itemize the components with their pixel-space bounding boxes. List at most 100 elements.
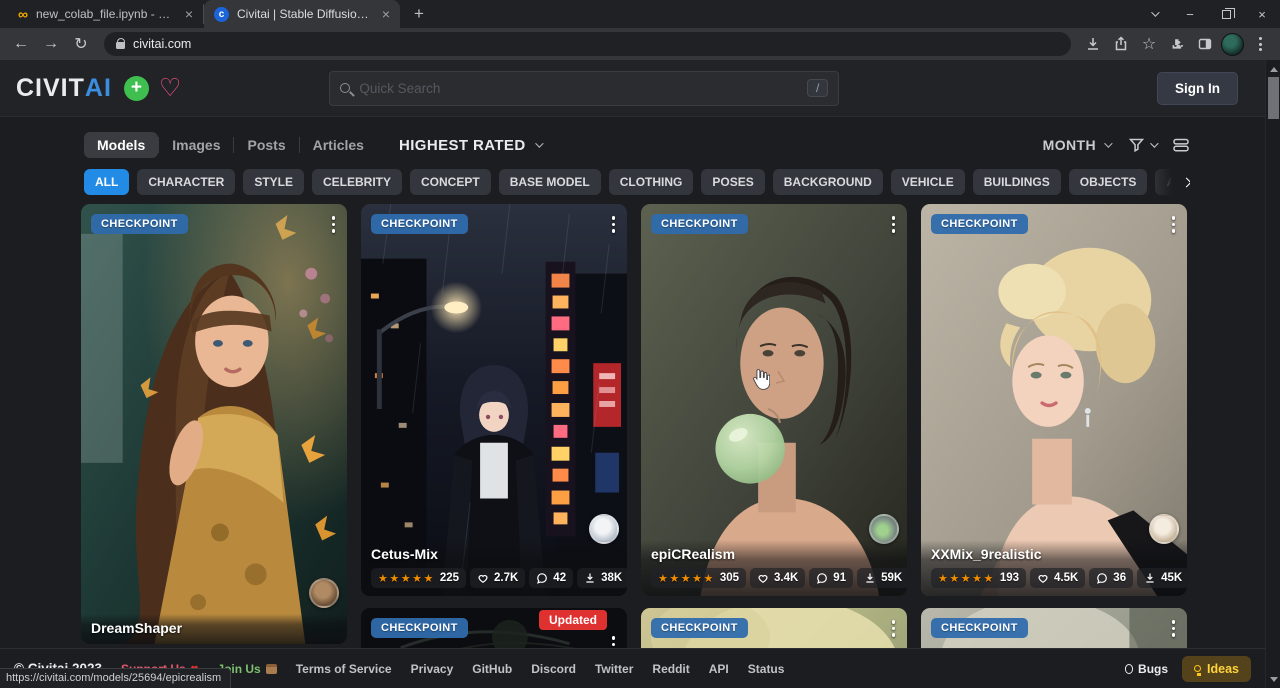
likes-stat: 2.7K [470,568,525,588]
download-icon[interactable] [1081,32,1105,56]
likes-stat: 3.4K [750,568,805,588]
url-text: civitai.com [133,37,191,51]
bugs-button[interactable]: Bugs [1125,662,1168,676]
download-icon [1144,572,1156,584]
category-pill-concept[interactable]: CONCEPT [410,169,491,195]
footer-link-api[interactable]: API [709,662,729,676]
window-restore-button[interactable] [1208,0,1244,28]
scrollbar-up-arrow[interactable] [1266,62,1280,76]
quick-search-bar[interactable]: / [329,71,839,106]
card-menu-icon[interactable] [1170,618,1178,639]
card-info-overlay: epiCRealism ★★★★★305 3.4K 91 59K [641,540,907,596]
download-icon [864,572,876,584]
ideas-button[interactable]: Ideas [1182,656,1251,682]
scrollbar-thumb[interactable] [1268,77,1279,119]
tab-posts[interactable]: Posts [234,132,298,158]
model-type-badge: CHECKPOINT [651,214,748,234]
close-tab-icon[interactable]: × [382,7,390,21]
tab-articles[interactable]: Articles [300,132,377,158]
layout-toggle-button[interactable] [1172,137,1190,153]
chevron-down-icon [1150,139,1158,147]
address-bar[interactable]: civitai.com [104,32,1071,56]
category-pill-buildings[interactable]: BUILDINGS [973,169,1061,195]
footer-link-twitter[interactable]: Twitter [595,662,633,676]
upload-plus-button[interactable]: + [124,76,149,101]
card-info-overlay: DreamShaper [81,614,347,644]
colab-favicon-icon: ∞ [18,7,28,21]
card-artwork [641,204,907,596]
creator-avatar[interactable] [309,578,339,608]
sort-label: HIGHEST RATED [399,137,526,154]
share-icon[interactable] [1109,32,1133,56]
comments-stat: 91 [809,568,853,588]
rating-stat: ★★★★★193 [931,568,1026,588]
browser-tab-colab[interactable]: ∞ new_colab_file.ipynb - Colaborat × [8,4,204,24]
model-card-epicrealism[interactable]: CHECKPOINT epiCRealism ★★★★★305 3.4K 91 [640,203,908,597]
category-pill-objects[interactable]: OBJECTS [1069,169,1148,195]
tab-title: new_colab_file.ipynb - Colaborat [36,7,177,21]
window-minimize-button[interactable]: − [1172,0,1208,28]
support-heart-icon[interactable]: ♡ [159,76,181,101]
download-icon [584,572,596,584]
category-pill-style[interactable]: STYLE [243,169,304,195]
close-tab-icon[interactable]: × [185,7,193,21]
category-pill-background[interactable]: BACKGROUND [773,169,883,195]
browser-menu-icon[interactable] [1248,32,1272,56]
heart-icon [477,572,489,584]
footer-link-reddit[interactable]: Reddit [652,662,689,676]
category-pill-all[interactable]: ALL [84,169,129,195]
card-menu-icon[interactable] [890,214,898,235]
bookmark-star-icon[interactable]: ☆ [1137,32,1161,56]
updated-badge: Updated [539,610,607,630]
page-scrollbar[interactable] [1265,60,1280,688]
forward-button[interactable]: → [38,31,64,57]
civitai-logo[interactable]: CIVITAI [16,74,112,103]
footer-link-terms[interactable]: Terms of Service [296,662,392,676]
new-tab-button[interactable]: + [406,1,432,27]
category-pill-celebrity[interactable]: CELEBRITY [312,169,402,195]
browser-tab-civitai[interactable]: c Civitai | Stable Diffusion models, × [204,0,400,28]
footer-link-privacy[interactable]: Privacy [411,662,454,676]
filter-dropdown[interactable] [1128,137,1156,153]
sort-dropdown[interactable]: HIGHEST RATED [399,137,541,154]
category-pill-base-model[interactable]: BASE MODEL [499,169,601,195]
scrollbar-down-arrow[interactable] [1266,672,1280,686]
category-pill-vehicle[interactable]: VEHICLE [891,169,965,195]
model-title: DreamShaper [91,620,337,636]
sign-in-button[interactable]: Sign In [1157,72,1238,105]
card-info-overlay: Cetus-Mix ★★★★★225 2.7K 42 38K [361,540,627,596]
model-card-dreamshaper[interactable]: CHECKPOINT DreamShaper [80,203,348,645]
search-input[interactable] [359,81,798,96]
site-header: CIVITAI + ♡ / Sign In [0,60,1280,117]
category-pill-clothing[interactable]: CLOTHING [609,169,694,195]
card-menu-icon[interactable] [330,214,338,235]
downloads-stat: 59K [857,568,908,588]
card-menu-icon[interactable] [890,618,898,639]
model-card-cetus-mix[interactable]: CHECKPOINT Cetus-Mix ★★★★★225 2.7K 42 [360,203,628,597]
civitai-favicon-icon: c [214,7,229,22]
model-card-xxmix-9realistic[interactable]: CHECKPOINT XXMix_9realistic ★★★★★193 4.5… [920,203,1188,597]
browser-tab-bar: ∞ new_colab_file.ipynb - Colaborat × c C… [0,0,1280,28]
footer-link-status[interactable]: Status [748,662,785,676]
period-dropdown[interactable]: MONTH [1043,137,1110,153]
chevron-down-icon [1104,139,1112,147]
category-pill-character[interactable]: CHARACTER [137,169,235,195]
star-icons: ★★★★★ [938,572,995,585]
tab-images[interactable]: Images [159,132,233,158]
heart-icon [757,572,769,584]
card-menu-icon[interactable] [1170,214,1178,235]
back-button[interactable]: ← [8,31,34,57]
extensions-puzzle-icon[interactable] [1165,32,1189,56]
browser-profile-avatar[interactable] [1221,33,1244,56]
tab-search-chevron-icon[interactable] [1136,0,1172,28]
side-panel-icon[interactable] [1193,32,1217,56]
tab-models[interactable]: Models [84,132,158,158]
window-close-button[interactable]: × [1244,0,1280,28]
reload-button[interactable]: ↻ [68,31,94,57]
model-title: epiCRealism [651,546,897,562]
category-pill-poses[interactable]: POSES [701,169,764,195]
scroll-categories-right-button[interactable] [1150,169,1190,195]
card-menu-icon[interactable] [610,214,618,235]
footer-link-github[interactable]: GitHub [472,662,512,676]
footer-link-discord[interactable]: Discord [531,662,576,676]
